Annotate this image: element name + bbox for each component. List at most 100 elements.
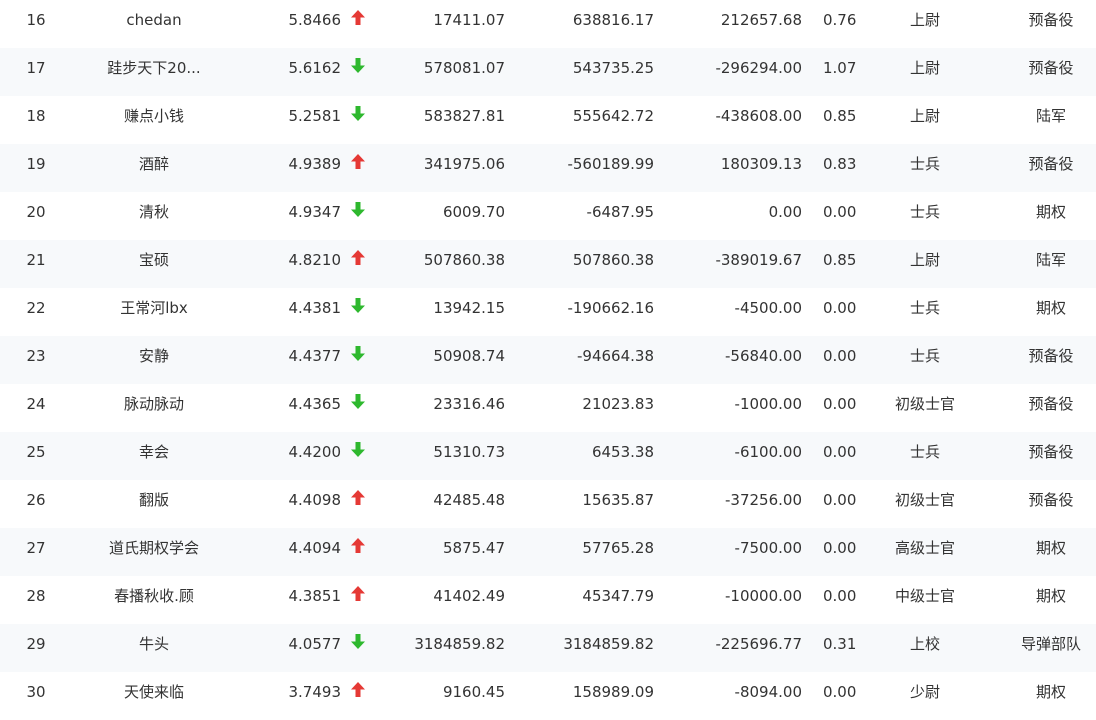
name-cell[interactable]: 安静 [94, 336, 214, 380]
rank-cell: 23 [26, 347, 46, 365]
table-row[interactable]: 21 宝硕 4.8210 507860.38 507860.38 -389019… [0, 240, 1096, 288]
level-cell: 士兵 [909, 347, 940, 365]
name-cell[interactable]: 赚点小钱 [94, 96, 214, 140]
table-row[interactable]: 25 幸会 4.4200 51310.73 6453.38 -6100.00 0… [0, 432, 1096, 480]
value2-cell: 6453.38 [591, 443, 654, 461]
name-cell[interactable]: chedan [94, 0, 214, 44]
value1-cell: 341975.06 [423, 155, 505, 173]
name-cell[interactable]: 酒醉 [94, 144, 214, 188]
name-cell[interactable]: 牛头 [94, 624, 214, 668]
score-cell: 4.4098 [288, 491, 342, 509]
name-cell[interactable]: 清秋 [94, 192, 214, 236]
name-cell[interactable]: 跬步天下20... [94, 48, 214, 92]
value4-cell: 0.00 [823, 683, 857, 701]
value2-cell: -190662.16 [567, 299, 654, 317]
name-cell[interactable]: 天使来临 [94, 672, 214, 716]
value4-cell: 0.00 [823, 491, 857, 509]
name-cell[interactable]: 王常河lbx [94, 288, 214, 332]
level-cell: 上尉 [909, 11, 940, 29]
value2-cell: 15635.87 [582, 491, 654, 509]
name-cell[interactable]: 宝硕 [94, 240, 214, 284]
value3-cell: -389019.67 [715, 251, 802, 269]
value1-cell: 17411.07 [433, 11, 505, 29]
rank-cell: 25 [26, 443, 46, 461]
rank-cell: 29 [26, 635, 46, 653]
rank-cell: 27 [26, 539, 46, 557]
value4-cell: 0.76 [823, 11, 857, 29]
value4-cell: 1.07 [823, 59, 857, 77]
table-row[interactable]: 29 牛头 4.0577 3184859.82 3184859.82 -2256… [0, 624, 1096, 672]
rank-cell: 20 [26, 203, 46, 221]
value2-cell: 638816.17 [572, 11, 654, 29]
value1-cell: 41402.49 [433, 587, 505, 605]
rank-cell: 16 [26, 11, 46, 29]
name-cell[interactable]: 脉动脉动 [94, 384, 214, 428]
name-cell[interactable]: 道氏期权学会 [94, 528, 214, 572]
value3-cell: -10000.00 [725, 587, 802, 605]
branch-cell: 陆军 [1035, 251, 1066, 269]
value3-cell: -37256.00 [725, 491, 802, 509]
value1-cell: 6009.70 [442, 203, 505, 221]
branch-cell: 陆军 [1035, 107, 1066, 125]
table-row[interactable]: 28 春播秋收.顾 4.3851 41402.49 45347.79 -1000… [0, 576, 1096, 624]
value1-cell: 51310.73 [433, 443, 505, 461]
value4-cell: 0.00 [823, 539, 857, 557]
value1-cell: 9160.45 [442, 683, 505, 701]
value3-cell: 212657.68 [720, 11, 802, 29]
value2-cell: 543735.25 [572, 59, 654, 77]
branch-cell: 预备役 [1028, 11, 1074, 29]
value2-cell: 158989.09 [572, 683, 654, 701]
ranking-table: 16 chedan 5.8466 17411.07 638816.17 2126… [0, 0, 1096, 720]
name-cell[interactable]: 幸会 [94, 432, 214, 476]
value3-cell: 180309.13 [720, 155, 802, 173]
value1-cell: 5875.47 [442, 539, 505, 557]
value3-cell: -6100.00 [734, 443, 802, 461]
value2-cell: 555642.72 [572, 107, 654, 125]
level-cell: 初级士官 [894, 395, 955, 413]
value4-cell: 0.00 [823, 587, 857, 605]
value2-cell: -6487.95 [586, 203, 654, 221]
value3-cell: -1000.00 [734, 395, 802, 413]
level-cell: 少尉 [909, 683, 940, 701]
table-row[interactable]: 18 赚点小钱 5.2581 583827.81 555642.72 -4386… [0, 96, 1096, 144]
rank-cell: 26 [26, 491, 46, 509]
name-cell[interactable]: 春播秋收.顾 [94, 576, 214, 620]
table-row[interactable]: 19 酒醉 4.9389 341975.06 -560189.99 180309… [0, 144, 1096, 192]
score-cell: 4.4377 [288, 347, 342, 365]
level-cell: 高级士官 [894, 539, 955, 557]
table-row[interactable]: 26 翻版 4.4098 42485.48 15635.87 -37256.00… [0, 480, 1096, 528]
branch-cell: 预备役 [1028, 59, 1074, 77]
table-row[interactable]: 22 王常河lbx 4.4381 13942.15 -190662.16 -45… [0, 288, 1096, 336]
branch-cell: 预备役 [1028, 155, 1074, 173]
table-row[interactable]: 16 chedan 5.8466 17411.07 638816.17 2126… [0, 0, 1096, 48]
value3-cell: -225696.77 [715, 635, 802, 653]
table-row[interactable]: 20 清秋 4.9347 6009.70 -6487.95 0.00 0.00 … [0, 192, 1096, 240]
value1-cell: 507860.38 [423, 251, 505, 269]
value2-cell: 57765.28 [582, 539, 654, 557]
branch-cell: 预备役 [1028, 347, 1074, 365]
score-cell: 4.9389 [288, 155, 342, 173]
value4-cell: 0.85 [823, 107, 857, 125]
value1-cell: 42485.48 [433, 491, 505, 509]
score-cell: 4.4200 [288, 443, 342, 461]
value2-cell: 507860.38 [572, 251, 654, 269]
value3-cell: -7500.00 [734, 539, 802, 557]
score-cell: 4.4381 [288, 299, 342, 317]
value3-cell: -8094.00 [734, 683, 802, 701]
branch-cell: 期权 [1035, 299, 1066, 317]
branch-cell: 预备役 [1028, 491, 1074, 509]
table-row[interactable]: 23 安静 4.4377 50908.74 -94664.38 -56840.0… [0, 336, 1096, 384]
score-cell: 5.2581 [288, 107, 342, 125]
name-cell[interactable]: 翻版 [94, 480, 214, 524]
table-row[interactable]: 27 道氏期权学会 4.4094 5875.47 57765.28 -7500.… [0, 528, 1096, 576]
table-row[interactable]: 30 天使来临 3.7493 9160.45 158989.09 -8094.0… [0, 672, 1096, 720]
level-cell: 士兵 [909, 443, 940, 461]
table-row[interactable]: 17 跬步天下20... 5.6162 578081.07 543735.25 … [0, 48, 1096, 96]
branch-cell: 期权 [1035, 539, 1066, 557]
rank-cell: 19 [26, 155, 46, 173]
value2-cell: -94664.38 [577, 347, 654, 365]
table-row[interactable]: 24 脉动脉动 4.4365 23316.46 21023.83 -1000.0… [0, 384, 1096, 432]
score-cell: 5.6162 [288, 59, 342, 77]
branch-cell: 预备役 [1028, 443, 1074, 461]
score-cell: 4.0577 [288, 635, 342, 653]
